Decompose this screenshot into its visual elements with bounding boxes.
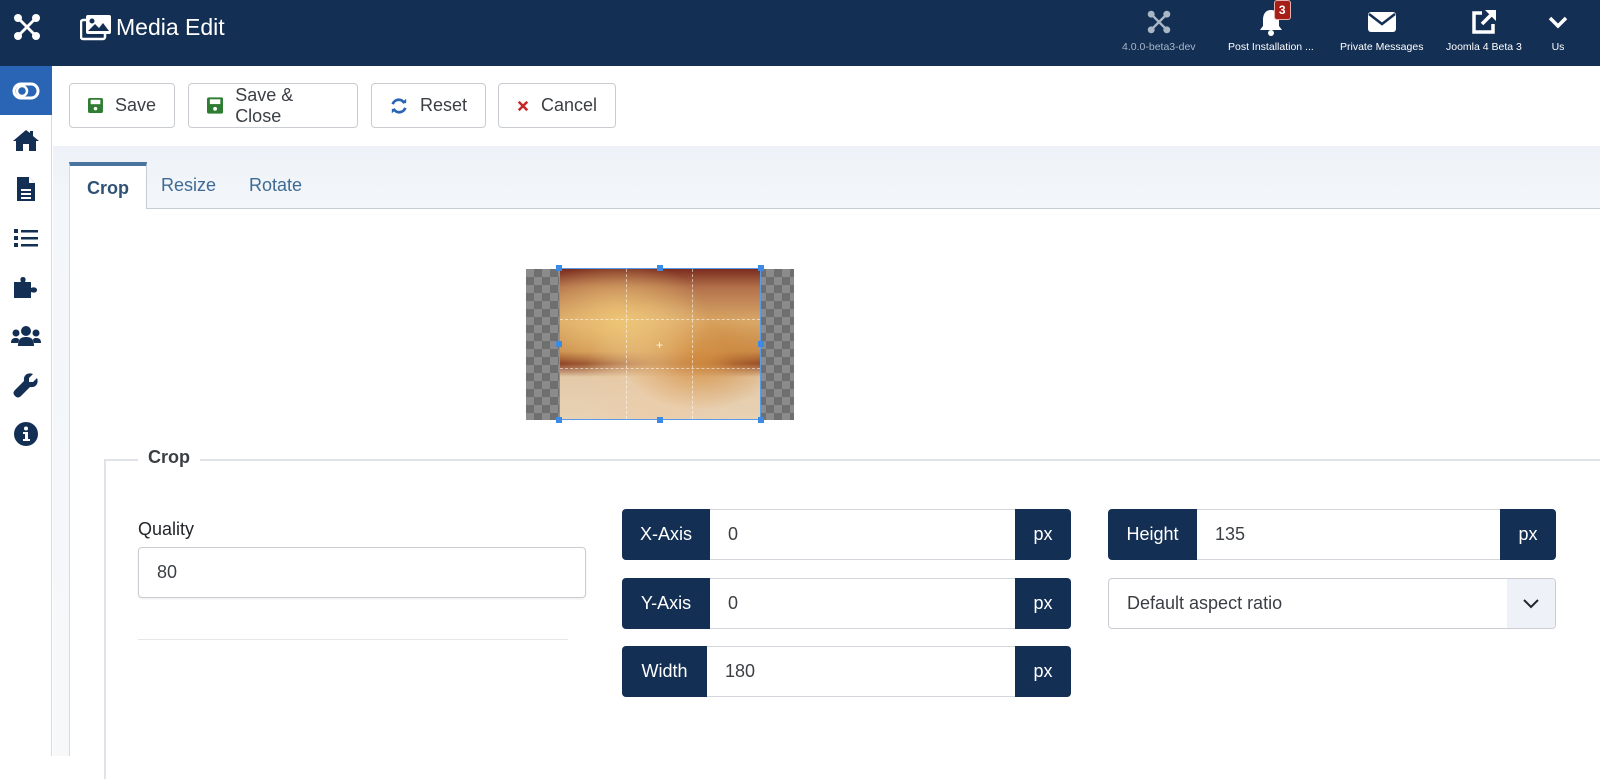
chevron-down-icon [1507, 579, 1555, 628]
sidebar-item-menus[interactable] [0, 213, 52, 262]
external-link-icon [1472, 10, 1496, 34]
content-area: Crop Resize Rotate + Crop Quality 80 X-A… [53, 146, 1600, 779]
reset-button[interactable]: Reset [371, 83, 486, 128]
page-title: Media Edit [80, 10, 225, 44]
crop-fieldset: Crop Quality X-Axis px Y-Axis px Width p… [104, 447, 1600, 779]
crop-guide [692, 269, 693, 419]
close-icon [517, 100, 529, 111]
width-unit: px [1015, 646, 1071, 697]
images-icon [80, 15, 111, 41]
private-messages-label: Private Messages [1340, 41, 1424, 53]
wrench-icon [13, 372, 38, 397]
x-axis-label: X-Axis [622, 509, 710, 560]
crop-legend: Crop [138, 447, 200, 468]
refresh-icon [391, 97, 407, 114]
crop-center-icon: + [656, 338, 664, 352]
chevron-down-icon [1548, 16, 1568, 29]
sidebar-item-components[interactable] [0, 262, 52, 311]
y-axis-input[interactable] [710, 578, 1015, 629]
save-label: Save [114, 95, 156, 115]
crop-handle-sw[interactable] [556, 417, 562, 423]
cancel-button[interactable]: Cancel [498, 83, 616, 128]
sidebar-item-content[interactable] [0, 164, 52, 213]
aspect-ratio-value: Default aspect ratio [1127, 593, 1283, 613]
post-installation-link[interactable]: 3 Post Installation ... [1228, 0, 1314, 53]
tab-rotate[interactable]: Rotate [249, 162, 302, 209]
quality-input[interactable] [138, 547, 586, 598]
sidebar-toggle[interactable] [0, 66, 52, 115]
y-axis-label: Y-Axis [622, 578, 710, 629]
user-menu-label: Us [1551, 41, 1565, 53]
x-axis-unit: px [1015, 509, 1071, 560]
list-icon [14, 228, 38, 247]
puzzle-icon [14, 276, 37, 298]
divider [138, 639, 568, 640]
sidebar-item-system[interactable] [0, 360, 52, 409]
joomla-logo-icon[interactable] [12, 12, 42, 42]
crop-guide [560, 368, 760, 369]
home-icon [13, 129, 39, 151]
toggle-icon [12, 82, 40, 99]
notification-badge: 3 [1273, 0, 1291, 20]
version-label: 4.0.0-beta3-dev [1122, 41, 1196, 53]
private-messages-link[interactable]: Private Messages [1340, 6, 1423, 53]
save-button[interactable]: Save [69, 83, 175, 128]
tab-resize[interactable]: Resize [161, 162, 216, 209]
quality-label: Quality [138, 519, 195, 539]
toolbar: Save Save & Close Reset Cancel [53, 66, 1600, 146]
crop-area[interactable]: + [556, 265, 764, 423]
height-input[interactable] [1197, 509, 1500, 560]
width-group: Width px [622, 646, 1071, 697]
sidebar-item-home[interactable] [0, 115, 52, 164]
cancel-label: Cancel [540, 95, 597, 115]
y-axis-group: Y-Axis px [622, 578, 1071, 629]
site-preview-link[interactable]: Joomla 4 Beta 3 [1446, 6, 1522, 53]
file-icon [17, 176, 35, 201]
height-label: Height [1108, 509, 1197, 560]
save-icon [207, 97, 224, 114]
aspect-ratio-select[interactable]: Default aspect ratio [1108, 578, 1556, 629]
user-menu[interactable]: Us [1548, 6, 1568, 53]
post-installation-label: Post Installation ... [1228, 41, 1314, 53]
crop-handle-se[interactable] [758, 417, 764, 423]
tab-crop[interactable]: Crop [69, 162, 147, 210]
version-link[interactable]: 4.0.0-beta3-dev [1122, 6, 1196, 53]
tab-list: Crop Resize Rotate [69, 162, 1600, 210]
save-icon [88, 98, 103, 113]
crop-handle-nw[interactable] [556, 265, 562, 271]
save-close-button[interactable]: Save & Close [188, 83, 358, 128]
crop-guide [626, 269, 627, 419]
crop-panel: + Crop Quality X-Axis px Y-A [69, 209, 1600, 779]
crop-handle-e[interactable] [758, 341, 764, 347]
crop-handle-n[interactable] [657, 265, 663, 271]
top-header: Media Edit 4.0.0-beta3-dev 3 Post Instal… [0, 0, 1600, 66]
height-group: Height px [1108, 509, 1556, 560]
sidebar-item-users[interactable] [0, 311, 52, 360]
width-label: Width [622, 646, 707, 697]
x-axis-group: X-Axis px [622, 509, 1071, 560]
sidebar [0, 66, 52, 756]
envelope-icon [1367, 12, 1396, 32]
width-input[interactable] [707, 646, 1015, 697]
crop-handle-w[interactable] [556, 341, 562, 347]
x-axis-input[interactable] [710, 509, 1015, 560]
image-preview: + [526, 265, 794, 423]
users-icon [11, 325, 41, 346]
sidebar-item-help[interactable] [0, 409, 52, 458]
save-close-label: Save & Close [235, 84, 294, 126]
crop-guide [560, 318, 760, 320]
y-axis-unit: px [1015, 578, 1071, 629]
joomla-icon [1147, 10, 1171, 34]
site-preview-label: Joomla 4 Beta 3 [1446, 41, 1522, 53]
info-icon [14, 421, 38, 446]
crop-handle-ne[interactable] [758, 265, 764, 271]
page-title-text: Media Edit [116, 13, 225, 40]
height-unit: px [1500, 509, 1556, 560]
reset-label: Reset [419, 95, 467, 115]
crop-handle-s[interactable] [657, 417, 663, 423]
